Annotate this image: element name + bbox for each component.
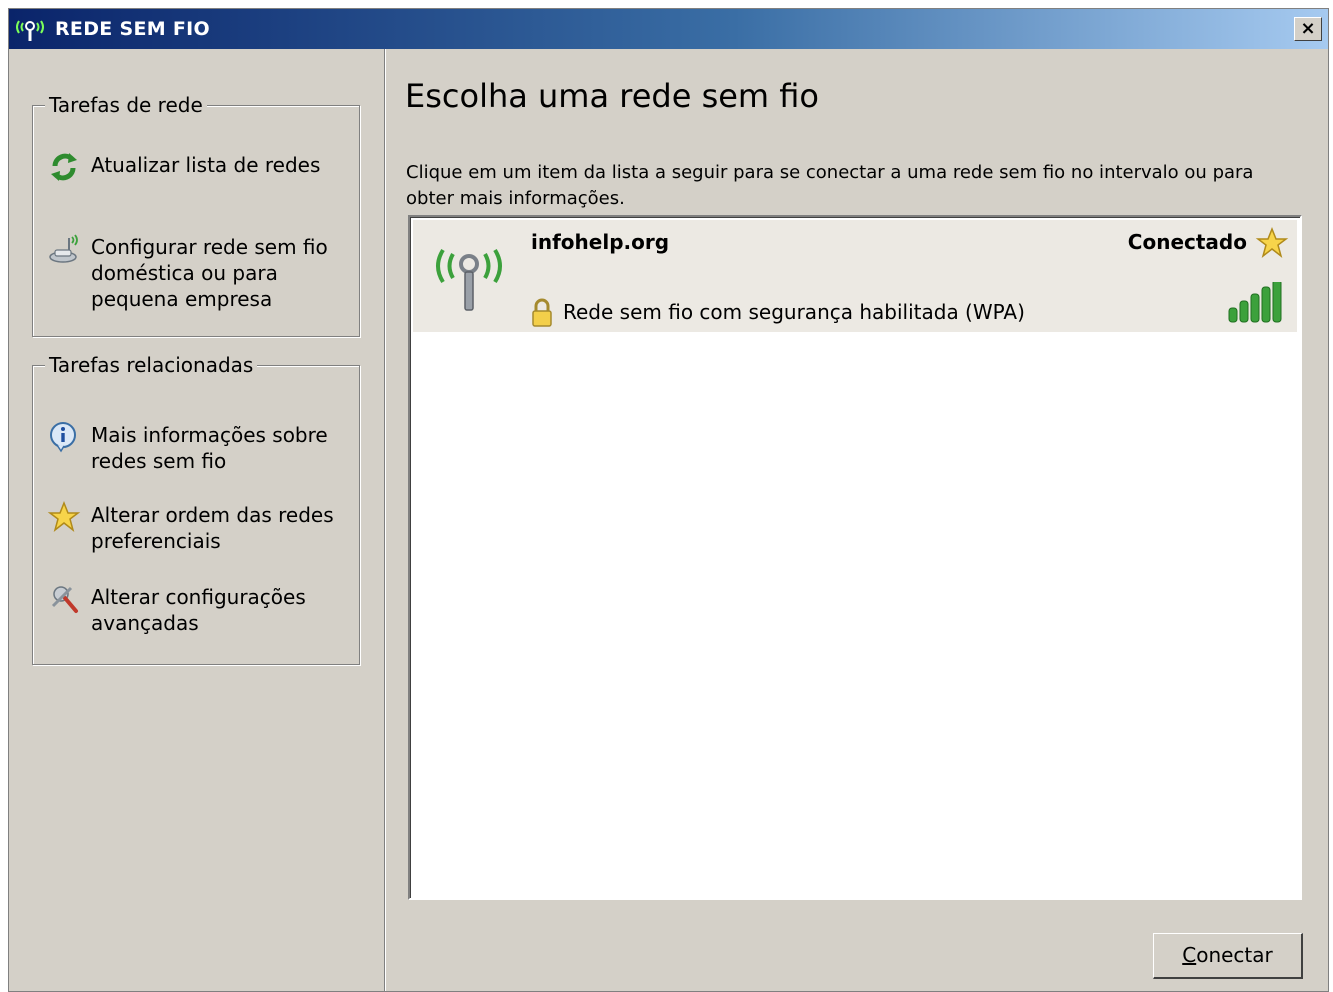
window-title: REDE SEM FIO — [55, 18, 210, 40]
advanced-settings-icon — [51, 586, 78, 613]
close-button[interactable]: × — [1294, 17, 1322, 41]
signal-bar — [1272, 282, 1282, 323]
task-change-preferred-order[interactable]: Alterar ordem das redes preferenciais — [47, 500, 351, 554]
wireless-network-window: REDE SEM FIO × Tarefas de rede Atualizar… — [8, 8, 1329, 992]
signal-strength-icon — [1228, 282, 1282, 323]
task-label: Atualizar lista de redes — [91, 153, 321, 177]
task-more-info[interactable]: Mais informações sobre redes sem fio — [47, 422, 351, 474]
network-tasks-title: Tarefas de rede — [45, 93, 207, 117]
main-panel: Escolha uma rede sem fio Clique em um it… — [386, 49, 1328, 991]
star-icon — [47, 500, 81, 532]
security-description: Rede sem fio com segurança habilitada (W… — [563, 300, 1025, 324]
wireless-antenna-icon — [436, 248, 502, 311]
task-change-advanced-settings[interactable]: Alterar configurações avançadas — [47, 584, 351, 636]
close-icon: × — [1300, 18, 1316, 39]
wireless-antenna-icon — [16, 20, 44, 41]
signal-bar — [1261, 286, 1271, 323]
related-tasks-group: Tarefas relacionadas Mais informações so… — [32, 353, 360, 665]
connection-status: Conectado — [1127, 230, 1247, 254]
task-label: Alterar configurações avançadas — [91, 585, 306, 635]
related-tasks-title: Tarefas relacionadas — [45, 353, 258, 377]
page-title: Escolha uma rede sem fio — [405, 77, 819, 115]
refresh-icon — [51, 153, 77, 181]
title-bar: REDE SEM FIO × — [9, 9, 1328, 49]
network-name: infohelp.org — [531, 230, 670, 254]
sidebar: Tarefas de rede Atualizar lista de redes — [9, 49, 385, 991]
signal-bar — [1228, 307, 1238, 323]
signal-bar — [1239, 300, 1249, 323]
connect-button-label: Conectar — [1182, 943, 1273, 967]
task-configure-wireless[interactable]: Configurar rede sem fio doméstica ou par… — [47, 234, 351, 312]
task-label: Mais informações sobre redes sem fio — [91, 423, 328, 473]
info-icon — [50, 422, 76, 453]
preferred-star-icon — [1255, 226, 1289, 258]
network-list-item[interactable]: infohelp.org Conectado Rede sem fio com … — [413, 220, 1297, 332]
wireless-setup-icon — [49, 234, 78, 263]
signal-bar — [1250, 293, 1260, 323]
network-tasks-group: Tarefas de rede Atualizar lista de redes — [32, 93, 360, 337]
instructions-text: Clique em um item da lista a seguir para… — [406, 162, 1254, 209]
task-refresh-network-list[interactable]: Atualizar lista de redes — [47, 152, 351, 184]
network-list[interactable]: infohelp.org Conectado Rede sem fio com … — [408, 215, 1302, 900]
task-label: Alterar ordem das redes preferenciais — [91, 503, 334, 553]
lock-icon — [532, 298, 552, 327]
connect-button[interactable]: Conectar — [1153, 933, 1303, 979]
task-label: Configurar rede sem fio doméstica ou par… — [91, 235, 328, 311]
